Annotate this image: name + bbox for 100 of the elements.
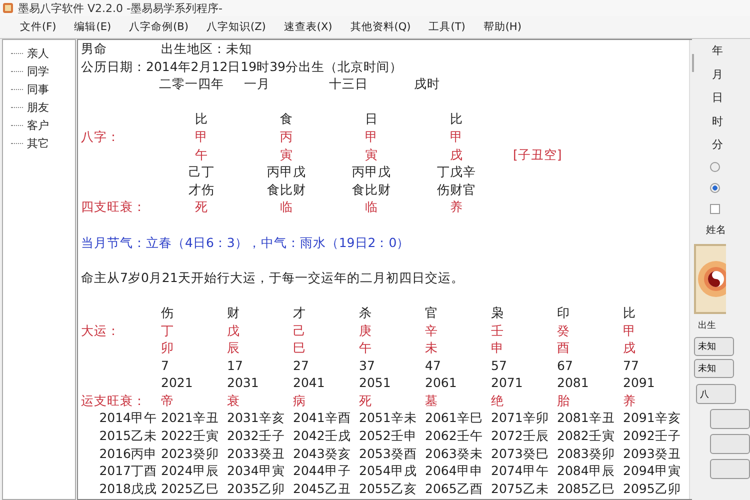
menu-item[interactable]: 帮助(H): [477, 20, 528, 34]
panel-button[interactable]: [710, 409, 750, 429]
panel-button[interactable]: [710, 459, 750, 479]
state-text: 临: [279, 198, 294, 216]
stem-text: 甲: [623, 322, 637, 340]
year-pillar-text: 2043癸亥: [293, 444, 352, 462]
field-label: 月: [712, 66, 723, 82]
tree-item[interactable]: 客户: [25, 118, 51, 132]
panel-button[interactable]: 八: [696, 384, 736, 404]
stem-text: 辛: [425, 322, 439, 340]
ten-god-text: 财: [227, 304, 241, 322]
year-pillar-text: 2072壬辰: [491, 427, 550, 445]
menu-item[interactable]: 八字知识(Z): [200, 20, 272, 34]
ten-god-text: 比: [623, 304, 637, 322]
start-text: 命主从7岁0月21天开始行大运，于每一交运年的二月初四日交运。: [81, 268, 464, 286]
branch-text: 申: [491, 339, 505, 357]
menu-item[interactable]: 文件(F): [14, 20, 62, 34]
year-text: 2041: [293, 374, 326, 392]
tree-item[interactable]: 其它: [25, 136, 51, 150]
age-text: 37: [359, 356, 376, 374]
ten-god-text: 伤: [161, 304, 175, 322]
year-pillar-text: 2052壬申: [359, 427, 418, 445]
tree-item[interactable]: 亲人: [25, 46, 51, 60]
stem-text: 甲: [194, 128, 209, 146]
stem-text: 丙: [279, 128, 294, 146]
year-pillar-text: 2041辛酉: [293, 409, 352, 428]
radio-button[interactable]: [710, 182, 720, 192]
field-label: 时: [712, 114, 723, 130]
year-text: 2081: [557, 374, 590, 392]
hidden-stems-text: 己丁: [188, 163, 216, 181]
year-pillar-text: 2094甲寅: [623, 462, 682, 480]
year-pillar-text: 2022壬寅: [161, 427, 220, 445]
state-text: 死: [359, 392, 373, 410]
state-text: 病: [293, 392, 307, 410]
year-pillar-text: 2082壬寅: [557, 427, 616, 445]
tree-item[interactable]: 朋友: [25, 100, 51, 114]
tree-item[interactable]: 同学: [25, 64, 51, 78]
lunar-date-text: 二零一四年: [159, 75, 225, 93]
checkbox[interactable]: [710, 204, 720, 214]
hidden-gods-text: 食比财: [266, 180, 307, 198]
bazi-label: 八字：: [81, 128, 121, 146]
panel-button[interactable]: [710, 434, 750, 454]
stem-text: 壬: [491, 322, 505, 340]
year-pillar-text: 2093癸丑: [623, 444, 682, 462]
ten-god-text: 杀: [359, 304, 373, 322]
ten-god-text: 印: [557, 304, 571, 322]
dayun-state-label: 运支旺衰：: [81, 392, 147, 410]
year-pillar-text: 2092壬子: [623, 427, 682, 445]
year-pillar-text: 2065乙酉: [425, 480, 484, 498]
state-text: 绝: [491, 392, 505, 410]
year-text: 2061: [425, 374, 458, 392]
year-text: 2091: [623, 374, 656, 392]
region-text: 出生地区：未知: [161, 40, 252, 58]
ten-god-text: 才: [293, 304, 307, 322]
age-text: 7: [161, 356, 170, 374]
app-icon: [2, 2, 14, 14]
year-pillar-text: 2053癸酉: [359, 444, 418, 462]
age-text: 67: [557, 356, 574, 374]
year-pillar-text: 2064甲申: [425, 462, 484, 480]
name-label: 姓名: [706, 224, 726, 238]
year-pillar-text: 2055乙亥: [359, 480, 418, 498]
year-pillar-text: 2062壬午: [425, 427, 484, 445]
age-text: 17: [227, 356, 244, 374]
year-pillar-text: 2073癸巳: [491, 444, 550, 462]
branch-text: 未: [425, 339, 439, 357]
menu-item[interactable]: 编辑(E): [68, 20, 118, 34]
radio-button[interactable]: [710, 162, 720, 172]
branch-text: 午: [194, 146, 209, 164]
year-pillar-text: 2051辛未: [359, 409, 418, 428]
stem-text: 戊: [227, 322, 241, 340]
branch-text: 寅: [279, 146, 294, 164]
field-label: 日: [712, 90, 723, 106]
menu-item[interactable]: 工具(T): [422, 20, 472, 34]
year-pillar-text: 2016丙申: [98, 444, 158, 462]
year-pillar-text: 2084甲辰: [557, 462, 616, 480]
year-pillar-text: 2085乙巳: [557, 480, 616, 498]
panel-button[interactable]: 未知: [694, 359, 734, 378]
branch-text: 戌: [449, 146, 464, 164]
hidden-gods-text: 才伤: [188, 180, 216, 198]
year-text: 2031: [227, 374, 260, 392]
branch-text: 巳: [293, 339, 307, 357]
tree-item[interactable]: 同事: [25, 82, 51, 96]
year-pillar-text: 2083癸卯: [557, 444, 616, 462]
menu-item[interactable]: 其他资料(Q): [344, 20, 417, 34]
field-label: 年: [712, 43, 723, 59]
scroll-thumb[interactable]: [692, 54, 694, 72]
ten-god-text: 枭: [491, 304, 505, 322]
year-pillar-text: 2095乙卯: [623, 480, 682, 498]
state-text: 墓: [425, 392, 439, 410]
panel-button[interactable]: 未知: [694, 337, 734, 356]
hidden-gods-text: 食比财: [351, 180, 392, 198]
ten-god-text: 日: [364, 110, 379, 128]
year-pillar-text: 2014甲午: [98, 409, 158, 428]
menu-item[interactable]: 速查表(X): [278, 20, 338, 34]
ten-god-text: 食: [279, 110, 294, 128]
year-pillar-text: 2042壬戌: [293, 427, 352, 445]
menu-item[interactable]: 八字命例(B): [123, 20, 194, 34]
state-text: 临: [364, 198, 379, 216]
year-pillar-text: 2032壬子: [227, 427, 286, 445]
gender-text: 男命: [81, 40, 108, 58]
